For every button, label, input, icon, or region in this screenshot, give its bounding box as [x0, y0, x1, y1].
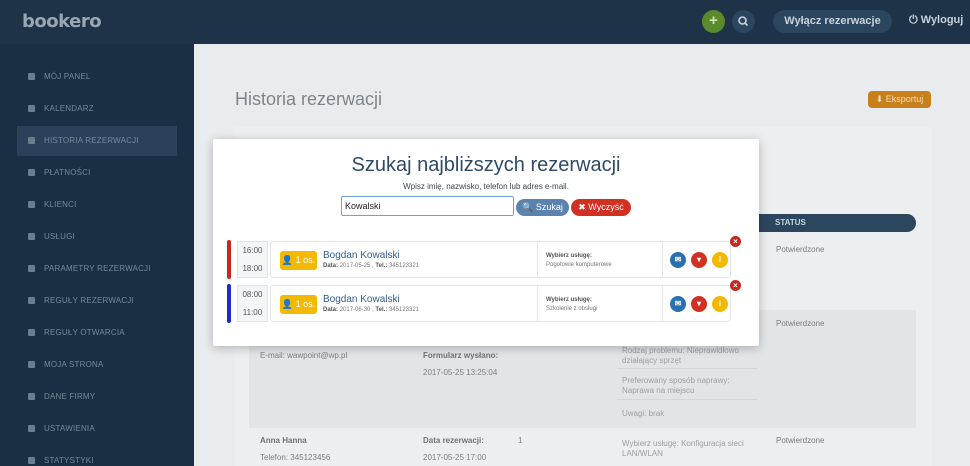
start-time: 16:00: [242, 246, 263, 255]
reservation-meta: Data: 2017-06-30 , Tel.: 345123321: [323, 307, 420, 313]
persons-badge: 👤 1 os.: [280, 295, 317, 314]
reject-button[interactable]: ▾: [691, 252, 707, 268]
search-submit-button[interactable]: 🔍 Szukaj: [516, 199, 569, 216]
divider: [662, 286, 663, 321]
envelope-icon: ✉: [674, 255, 682, 264]
info-button[interactable]: i: [712, 252, 728, 268]
service-value: Szkolenie z obsługi: [546, 306, 598, 312]
modal-subtitle: Wpisz imię, nazwisko, telefon lub adres …: [403, 182, 569, 191]
reservation-result: 16:00 18:00 👤 1 os. Bogdan Kowalski Data…: [227, 240, 737, 279]
envelope-icon: ✉: [674, 299, 682, 308]
info-button[interactable]: i: [712, 296, 728, 312]
email-button[interactable]: ✉: [670, 296, 686, 312]
reservation-card: 👤 1 os. Bogdan Kowalski Data: 2017-06-30…: [270, 285, 731, 322]
close-result-button[interactable]: ×: [730, 236, 741, 247]
client-name[interactable]: Bogdan Kowalski: [323, 250, 400, 261]
clear-button[interactable]: ✖ Wyczyść: [571, 199, 631, 216]
reservation-time: 16:00 18:00: [237, 241, 268, 278]
reject-button[interactable]: ▾: [691, 296, 707, 312]
search-input[interactable]: [341, 196, 514, 216]
info-icon: i: [718, 299, 722, 308]
divider: [537, 242, 538, 277]
client-name[interactable]: Bogdan Kowalski: [323, 294, 400, 305]
search-reservations-modal: Szukaj najbliższych rezerwacji Wpisz imi…: [213, 139, 759, 346]
divider: [537, 286, 538, 321]
thumbs-down-icon: ▾: [696, 255, 701, 264]
persons-badge: 👤 1 os.: [280, 251, 317, 270]
reservation-time: 08:00 11:00: [237, 285, 268, 322]
reservation-color-bar: [227, 240, 231, 279]
service-label: Wybierz usługę:: [546, 297, 592, 303]
divider: [662, 242, 663, 277]
close-icon: ×: [733, 281, 738, 290]
close-icon: ×: [733, 237, 738, 246]
info-icon: i: [718, 255, 722, 264]
start-time: 08:00: [242, 290, 263, 299]
modal-title: Szukaj najbliższych rezerwacji: [351, 154, 621, 176]
reservation-result: 08:00 11:00 👤 1 os. Bogdan Kowalski Data…: [227, 284, 737, 323]
thumbs-down-icon: ▾: [696, 299, 701, 308]
reservation-color-bar: [227, 284, 231, 323]
reservation-card: 👤 1 os. Bogdan Kowalski Data: 2017-05-25…: [270, 241, 731, 278]
reservation-meta: Data: 2017-05-25 , Tel.: 345123321: [323, 263, 420, 269]
close-result-button[interactable]: ×: [730, 280, 741, 291]
service-value: Pogotowie komputerowe: [546, 262, 612, 268]
email-button[interactable]: ✉: [670, 252, 686, 268]
end-time: 11:00: [242, 308, 263, 317]
service-label: Wybierz usługę:: [546, 253, 592, 259]
end-time: 18:00: [242, 264, 263, 273]
